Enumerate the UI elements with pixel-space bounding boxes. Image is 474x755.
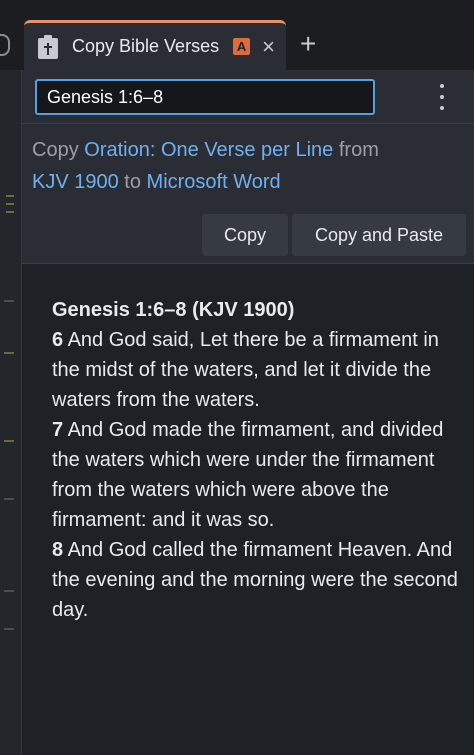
passage-preview: Genesis 1:6–8 (KJV 1900) 6 And God said,…	[22, 265, 474, 755]
tab-title: Copy Bible Verses	[72, 36, 220, 56]
copy-word: Copy	[32, 139, 79, 161]
verse-number: 7	[52, 419, 64, 441]
verse-number: 8	[52, 539, 64, 561]
from-word: from	[338, 139, 379, 161]
verse-text: And God made the firmament, and divided …	[52, 419, 444, 531]
format-link[interactable]: Oration: One Verse per Line	[84, 139, 333, 161]
verse-text: And God said, Let there be a firmament i…	[52, 329, 439, 411]
left-gutter	[0, 0, 22, 755]
options-line-format: Copy Oration: One Verse per Line from	[32, 134, 379, 166]
verse-8: 8 And God called the firmament Heaven. A…	[52, 539, 458, 621]
verse-number: 6	[52, 329, 64, 351]
gutter-tick	[4, 590, 14, 592]
clipboard-cross-icon	[38, 34, 58, 59]
gutter-tick	[6, 203, 14, 205]
gutter-tick	[6, 195, 14, 197]
gutter-tick	[4, 300, 14, 302]
tab-bar: Copy Bible Verses A × +	[22, 0, 474, 70]
verse-6: 6 And God said, Let there be a firmament…	[52, 329, 439, 411]
to-word: to	[124, 171, 141, 193]
verse-text: And God called the firmament Heaven. And…	[52, 539, 458, 621]
tab-badge: A	[233, 38, 251, 55]
kebab-menu-icon[interactable]	[432, 84, 452, 110]
tab-copy-bible-verses[interactable]: Copy Bible Verses A ×	[24, 20, 286, 70]
version-link[interactable]: KJV 1900	[32, 171, 119, 193]
toolbar	[22, 70, 474, 124]
verse-7: 7 And God made the firmament, and divide…	[52, 419, 443, 531]
options-panel: Copy Oration: One Verse per Line from KJ…	[22, 124, 474, 264]
gutter-tick	[4, 628, 14, 630]
passage-text: Genesis 1:6–8 (KJV 1900) 6 And God said,…	[52, 295, 462, 625]
gutter-tick	[6, 211, 14, 213]
gutter-tick	[4, 498, 14, 500]
gutter-tick	[4, 352, 14, 354]
copy-button[interactable]: Copy	[202, 214, 288, 256]
app-window: Copy Bible Verses A × + Copy Oration: On…	[0, 0, 474, 755]
gutter-tick	[4, 440, 14, 442]
target-link[interactable]: Microsoft Word	[147, 171, 281, 193]
passage-heading: Genesis 1:6–8 (KJV 1900)	[52, 299, 295, 321]
options-line-source: KJV 1900 to Microsoft Word	[32, 166, 281, 198]
close-icon[interactable]: ×	[262, 35, 275, 58]
copy-and-paste-button[interactable]: Copy and Paste	[292, 214, 466, 256]
reference-input[interactable]	[35, 79, 375, 115]
plus-icon[interactable]: +	[300, 30, 316, 58]
